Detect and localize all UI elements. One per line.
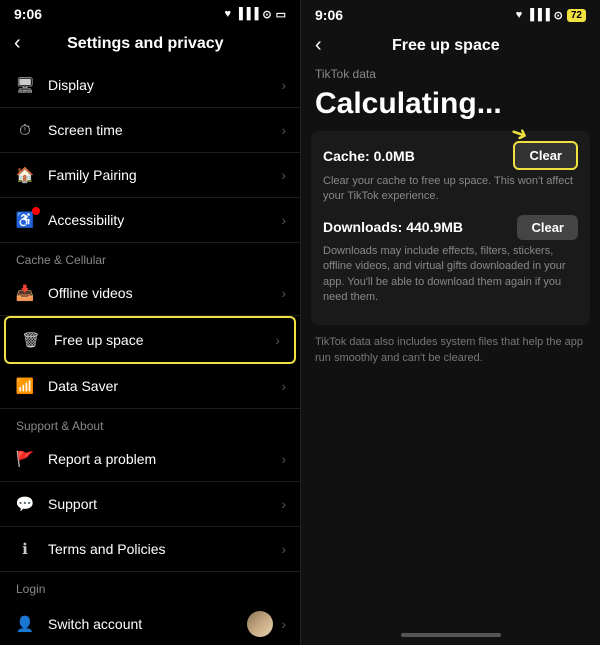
- section-cache: Cache & Cellular: [0, 243, 300, 271]
- heart-icon-left: ♥: [224, 8, 231, 20]
- section-support: Support & About: [0, 409, 300, 437]
- left-header-title: Settings and privacy: [29, 35, 262, 53]
- status-icons-left: ♥ ▐▐▐ ⊙ ▭: [224, 8, 286, 21]
- terms-icon: ℹ: [14, 538, 36, 560]
- section-login: Login: [0, 572, 300, 600]
- menu-label-data-saver: Data Saver: [48, 378, 281, 394]
- home-indicator-right: [301, 625, 600, 645]
- screentime-icon: ⏱: [14, 119, 36, 141]
- familypairing-icon: 🏠: [14, 164, 36, 186]
- menu-item-terms[interactable]: ℹ Terms and Policies ›: [0, 527, 300, 572]
- tiktok-data-label: TikTok data: [301, 61, 600, 83]
- chevron-data-saver: ›: [281, 378, 286, 394]
- home-bar-right: [401, 633, 501, 637]
- account-avatar: [247, 611, 273, 637]
- menu-label-screentime: Screen time: [48, 122, 281, 138]
- right-panel: 9:06 ♥ ▐▐▐ ⊙ 72 ‹ Free up space TikTok d…: [301, 0, 600, 645]
- data-saver-icon: 📶: [14, 375, 36, 397]
- menu-label-switch-account: Switch account: [48, 616, 247, 632]
- signal-icon-left: ▐▐▐: [235, 8, 258, 20]
- support-icon: 💬: [14, 493, 36, 515]
- wifi-icon-left: ⊙: [262, 8, 271, 21]
- system-note: TikTok data also includes system files t…: [301, 325, 600, 376]
- downloads-row: Downloads: 440.9MB Clear: [323, 215, 578, 240]
- calculating-title: Calculating...: [301, 83, 600, 131]
- free-up-space-icon: 🗑: [20, 329, 42, 351]
- right-header-title: Free up space: [330, 37, 562, 55]
- menu-item-switch-account[interactable]: 👤 Switch account ›: [0, 600, 300, 645]
- back-button-left[interactable]: ‹: [14, 32, 21, 55]
- menu-item-offline-videos[interactable]: 📥 Offline videos ›: [0, 271, 300, 316]
- clear-cache-container: ➜ Clear: [513, 141, 578, 170]
- display-icon: 🖥: [14, 74, 36, 96]
- switch-account-icon: 👤: [14, 613, 36, 635]
- menu-item-familypairing[interactable]: 🏠 Family Pairing ›: [0, 153, 300, 198]
- menu-item-screentime[interactable]: ⏱ Screen time ›: [0, 108, 300, 153]
- clear-downloads-button[interactable]: Clear: [517, 215, 578, 240]
- report-icon: 🚩: [14, 448, 36, 470]
- offline-videos-icon: 📥: [14, 282, 36, 304]
- menu-item-support[interactable]: 💬 Support ›: [0, 482, 300, 527]
- downloads-label: Downloads: 440.9MB: [323, 219, 463, 235]
- battery-badge-right: 72: [567, 9, 586, 22]
- time-left: 9:06: [14, 6, 42, 22]
- chevron-familypairing: ›: [281, 167, 286, 183]
- free-up-section: Cache: 0.0MB ➜ Clear Clear your cache to…: [311, 131, 590, 325]
- chevron-report: ›: [281, 451, 286, 467]
- left-header: ‹ Settings and privacy: [0, 26, 300, 63]
- status-icons-right: ♥ ▐▐▐ ⊙ 72: [516, 9, 586, 22]
- cache-row: Cache: 0.0MB ➜ Clear: [323, 141, 578, 170]
- menu-label-terms: Terms and Policies: [48, 541, 281, 557]
- menu-label-familypairing: Family Pairing: [48, 167, 281, 183]
- menu-label-free-up-space: Free up space: [54, 332, 275, 348]
- heart-icon-right: ♥: [516, 9, 523, 21]
- right-header: ‹ Free up space: [301, 28, 600, 61]
- menu-label-offline-videos: Offline videos: [48, 285, 281, 301]
- menu-label-support: Support: [48, 496, 281, 512]
- menu-item-free-up-space[interactable]: 🗑 Free up space ›: [4, 316, 296, 364]
- chevron-terms: ›: [281, 541, 286, 557]
- left-panel: 9:06 ♥ ▐▐▐ ⊙ ▭ ‹ Settings and privacy 🖥 …: [0, 0, 300, 645]
- menu-label-report: Report a problem: [48, 451, 281, 467]
- status-bar-right: 9:06 ♥ ▐▐▐ ⊙ 72: [301, 0, 600, 28]
- menu-item-report[interactable]: 🚩 Report a problem ›: [0, 437, 300, 482]
- downloads-description: Downloads may include effects, filters, …: [323, 244, 578, 306]
- cache-description: Clear your cache to free up space. This …: [323, 174, 578, 205]
- menu-label-accessibility: Accessibility: [48, 212, 281, 228]
- chevron-accessibility: ›: [281, 212, 286, 228]
- menu-item-data-saver[interactable]: 📶 Data Saver ›: [0, 364, 300, 409]
- menu-label-display: Display: [48, 77, 281, 93]
- signal-icon-right: ▐▐▐: [526, 9, 549, 21]
- time-right: 9:06: [315, 7, 343, 23]
- back-button-right[interactable]: ‹: [315, 34, 322, 57]
- chevron-switch-account: ›: [281, 616, 286, 632]
- cache-label: Cache: 0.0MB: [323, 148, 415, 164]
- chevron-free-up-space: ›: [275, 332, 280, 348]
- status-bar-left: 9:06 ♥ ▐▐▐ ⊙ ▭: [0, 0, 300, 26]
- wifi-icon-right: ⊙: [554, 9, 563, 22]
- clear-cache-button[interactable]: Clear: [513, 141, 578, 170]
- accessibility-badge: [32, 207, 40, 215]
- chevron-support: ›: [281, 496, 286, 512]
- battery-icon-left: ▭: [276, 8, 286, 21]
- chevron-offline: ›: [281, 285, 286, 301]
- chevron-screentime: ›: [281, 122, 286, 138]
- chevron-display: ›: [281, 77, 286, 93]
- menu-item-accessibility[interactable]: ♿ Accessibility ›: [0, 198, 300, 243]
- menu-item-display[interactable]: 🖥 Display ›: [0, 63, 300, 108]
